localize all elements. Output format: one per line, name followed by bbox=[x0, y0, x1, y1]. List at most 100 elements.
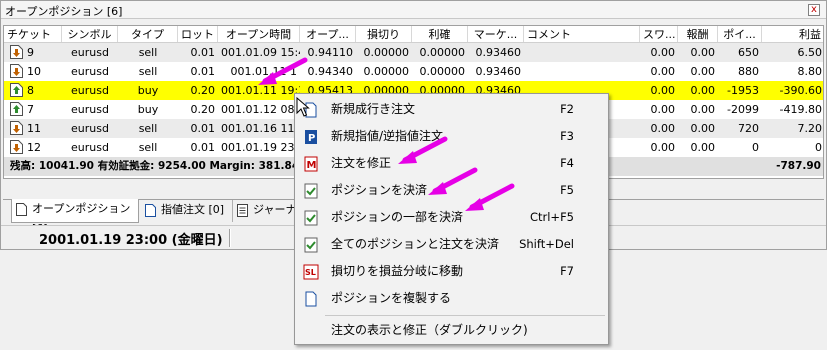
close-icon[interactable]: x bbox=[808, 4, 820, 16]
sell-position-icon bbox=[10, 64, 23, 78]
cell-ticket: 12 bbox=[4, 138, 62, 157]
cell-comment bbox=[524, 62, 640, 81]
sell-position-icon bbox=[10, 140, 23, 154]
total-profit: -787.90 bbox=[776, 160, 821, 172]
tab-pending-orders[interactable]: 指値注文 [0] bbox=[141, 200, 233, 222]
menu-label: ポジションを複製する bbox=[331, 291, 452, 305]
ticket-number: 7 bbox=[27, 103, 34, 116]
tab-journal[interactable]: ジャーナ bbox=[233, 200, 303, 222]
mouse-cursor-icon bbox=[296, 97, 310, 117]
menu-label: 注文を修正 bbox=[331, 156, 392, 170]
table-header: チケット シンボル タイプ ロット オープン時間 オープ... 損切り 利確 マ… bbox=[4, 26, 823, 43]
cell-profit: -419.80 bbox=[779, 103, 822, 116]
menu-item-view-modify-order[interactable]: 注文の表示と修正（ダブルクリック) bbox=[297, 317, 606, 344]
document-icon bbox=[145, 204, 156, 217]
buy-position-icon bbox=[10, 102, 23, 116]
cell-commission: 0.00 bbox=[690, 84, 716, 97]
menu-item-close-all[interactable]: 全てのポジションと注文を決済 Shift+Del bbox=[297, 231, 606, 258]
menu-separator bbox=[325, 315, 605, 316]
annotation-arrow-icon bbox=[258, 57, 308, 85]
svg-text:P: P bbox=[308, 133, 315, 144]
annotation-arrow-icon bbox=[465, 183, 515, 211]
cell-profit: -390.60 bbox=[779, 84, 822, 97]
cell-ticket: 7 bbox=[4, 100, 62, 119]
tab-open-positions[interactable]: オープンポジション [6] bbox=[11, 199, 139, 235]
menu-label: 新規成行き注文 bbox=[331, 102, 416, 116]
menu-shortcut: F4 bbox=[560, 156, 574, 170]
window-title: オープンポジション [6] bbox=[5, 5, 123, 18]
header-stop-loss[interactable]: 損切り bbox=[356, 26, 412, 42]
header-comment[interactable]: コメント bbox=[524, 26, 640, 42]
cell-open-time: 001.01.12 08:30 bbox=[221, 103, 300, 116]
header-open-time[interactable]: オープン時間 bbox=[218, 26, 300, 42]
menu-shortcut: F7 bbox=[560, 264, 574, 278]
menu-shortcut: F3 bbox=[560, 129, 574, 143]
header-open-price[interactable]: オープ... bbox=[300, 26, 356, 42]
ticket-number: 12 bbox=[27, 141, 41, 154]
cell-swap: 0.00 bbox=[650, 84, 676, 97]
header-symbol[interactable]: シンボル bbox=[62, 26, 118, 42]
menu-item-move-sl-breakeven[interactable]: SL 損切りを損益分岐に移動 F7 bbox=[297, 258, 606, 285]
cell-symbol: eurusd bbox=[71, 46, 109, 59]
header-take-profit[interactable]: 利確 bbox=[412, 26, 468, 42]
menu-shortcut: Ctrl+F5 bbox=[529, 210, 574, 224]
cell-open-time: 001.01.16 11:59 bbox=[221, 122, 300, 135]
header-swap[interactable]: スワ... bbox=[640, 26, 678, 42]
table-row[interactable]: 10 eurusd sell 0.01 001.01.11 1 0.94340 0.0000… bbox=[4, 62, 823, 81]
cell-points: 650 bbox=[738, 46, 759, 59]
annotation-arrow-icon bbox=[398, 136, 448, 164]
cell-swap: 0.00 bbox=[650, 65, 676, 78]
menu-label: 損切りを損益分岐に移動 bbox=[331, 264, 464, 278]
cell-swap: 0.00 bbox=[650, 122, 676, 135]
cell-symbol: eurusd bbox=[71, 103, 109, 116]
ticket-number: 10 bbox=[27, 65, 41, 78]
cell-points: 720 bbox=[738, 122, 759, 135]
cell-points: 880 bbox=[738, 65, 759, 78]
cell-swap: 0.00 bbox=[650, 46, 676, 59]
menu-label: 全てのポジションと注文を決済 bbox=[331, 237, 500, 251]
duplicate-icon bbox=[305, 291, 317, 307]
document-icon bbox=[16, 203, 27, 216]
cell-lot: 0.01 bbox=[190, 141, 216, 154]
cell-lot: 0.20 bbox=[190, 84, 216, 97]
menu-item-new-pending-order[interactable]: P 新規指値/逆指値注文 F3 bbox=[297, 123, 606, 150]
tab-label: ジャーナ bbox=[253, 203, 297, 216]
cell-commission: 0.00 bbox=[690, 46, 716, 59]
table-row[interactable]: 9eurusdsell0.01001.01.09 15:440.941100.0… bbox=[4, 43, 823, 62]
header-market[interactable]: マーケ... bbox=[468, 26, 524, 42]
header-type[interactable]: タイプ bbox=[118, 26, 178, 42]
menu-shortcut: Shift+Del bbox=[519, 237, 574, 251]
cell-points: 0 bbox=[752, 141, 759, 154]
cell-open-time: 001.01.19 23:00 bbox=[221, 141, 300, 154]
ticket-number: 8 bbox=[27, 84, 34, 97]
sell-position-icon bbox=[10, 45, 23, 59]
cell-type: buy bbox=[137, 84, 159, 97]
menu-shortcut: F5 bbox=[560, 183, 574, 197]
header-profit[interactable]: 利益 bbox=[762, 26, 823, 42]
cell-symbol: eurusd bbox=[71, 122, 109, 135]
cell-commission: 0.00 bbox=[690, 122, 716, 135]
svg-text:SL: SL bbox=[305, 268, 316, 277]
header-commission[interactable]: 報酬 bbox=[678, 26, 718, 42]
cell-stop-loss: 0.00000 bbox=[363, 65, 410, 78]
cell-swap: 0.00 bbox=[650, 141, 676, 154]
menu-item-new-market-order[interactable]: 新規成行き注文 F2 bbox=[297, 96, 606, 123]
header-points[interactable]: ポイ... bbox=[718, 26, 762, 42]
cell-market: 0.93460 bbox=[475, 65, 522, 78]
menu-label: 注文の表示と修正（ダブルクリック) bbox=[331, 323, 528, 337]
menu-shortcut: F2 bbox=[560, 102, 574, 116]
cell-commission: 0.00 bbox=[690, 141, 716, 154]
cell-profit: 6.50 bbox=[797, 46, 823, 59]
cell-points: -2099 bbox=[727, 103, 759, 116]
journal-icon bbox=[237, 204, 248, 217]
cell-symbol: eurusd bbox=[71, 84, 109, 97]
cell-lot: 0.01 bbox=[190, 65, 216, 78]
pending-order-icon: P bbox=[305, 130, 317, 144]
header-ticket[interactable]: チケット bbox=[4, 26, 62, 42]
window-titlebar: オープンポジション [6] x bbox=[1, 1, 826, 19]
header-lot[interactable]: ロット bbox=[178, 26, 218, 42]
cell-commission: 0.00 bbox=[690, 65, 716, 78]
menu-item-partial-close[interactable]: ポジションの一部を決済 Ctrl+F5 bbox=[297, 204, 606, 231]
menu-item-duplicate-position[interactable]: ポジションを複製する bbox=[297, 285, 606, 312]
cell-market: 0.93460 bbox=[475, 46, 522, 59]
